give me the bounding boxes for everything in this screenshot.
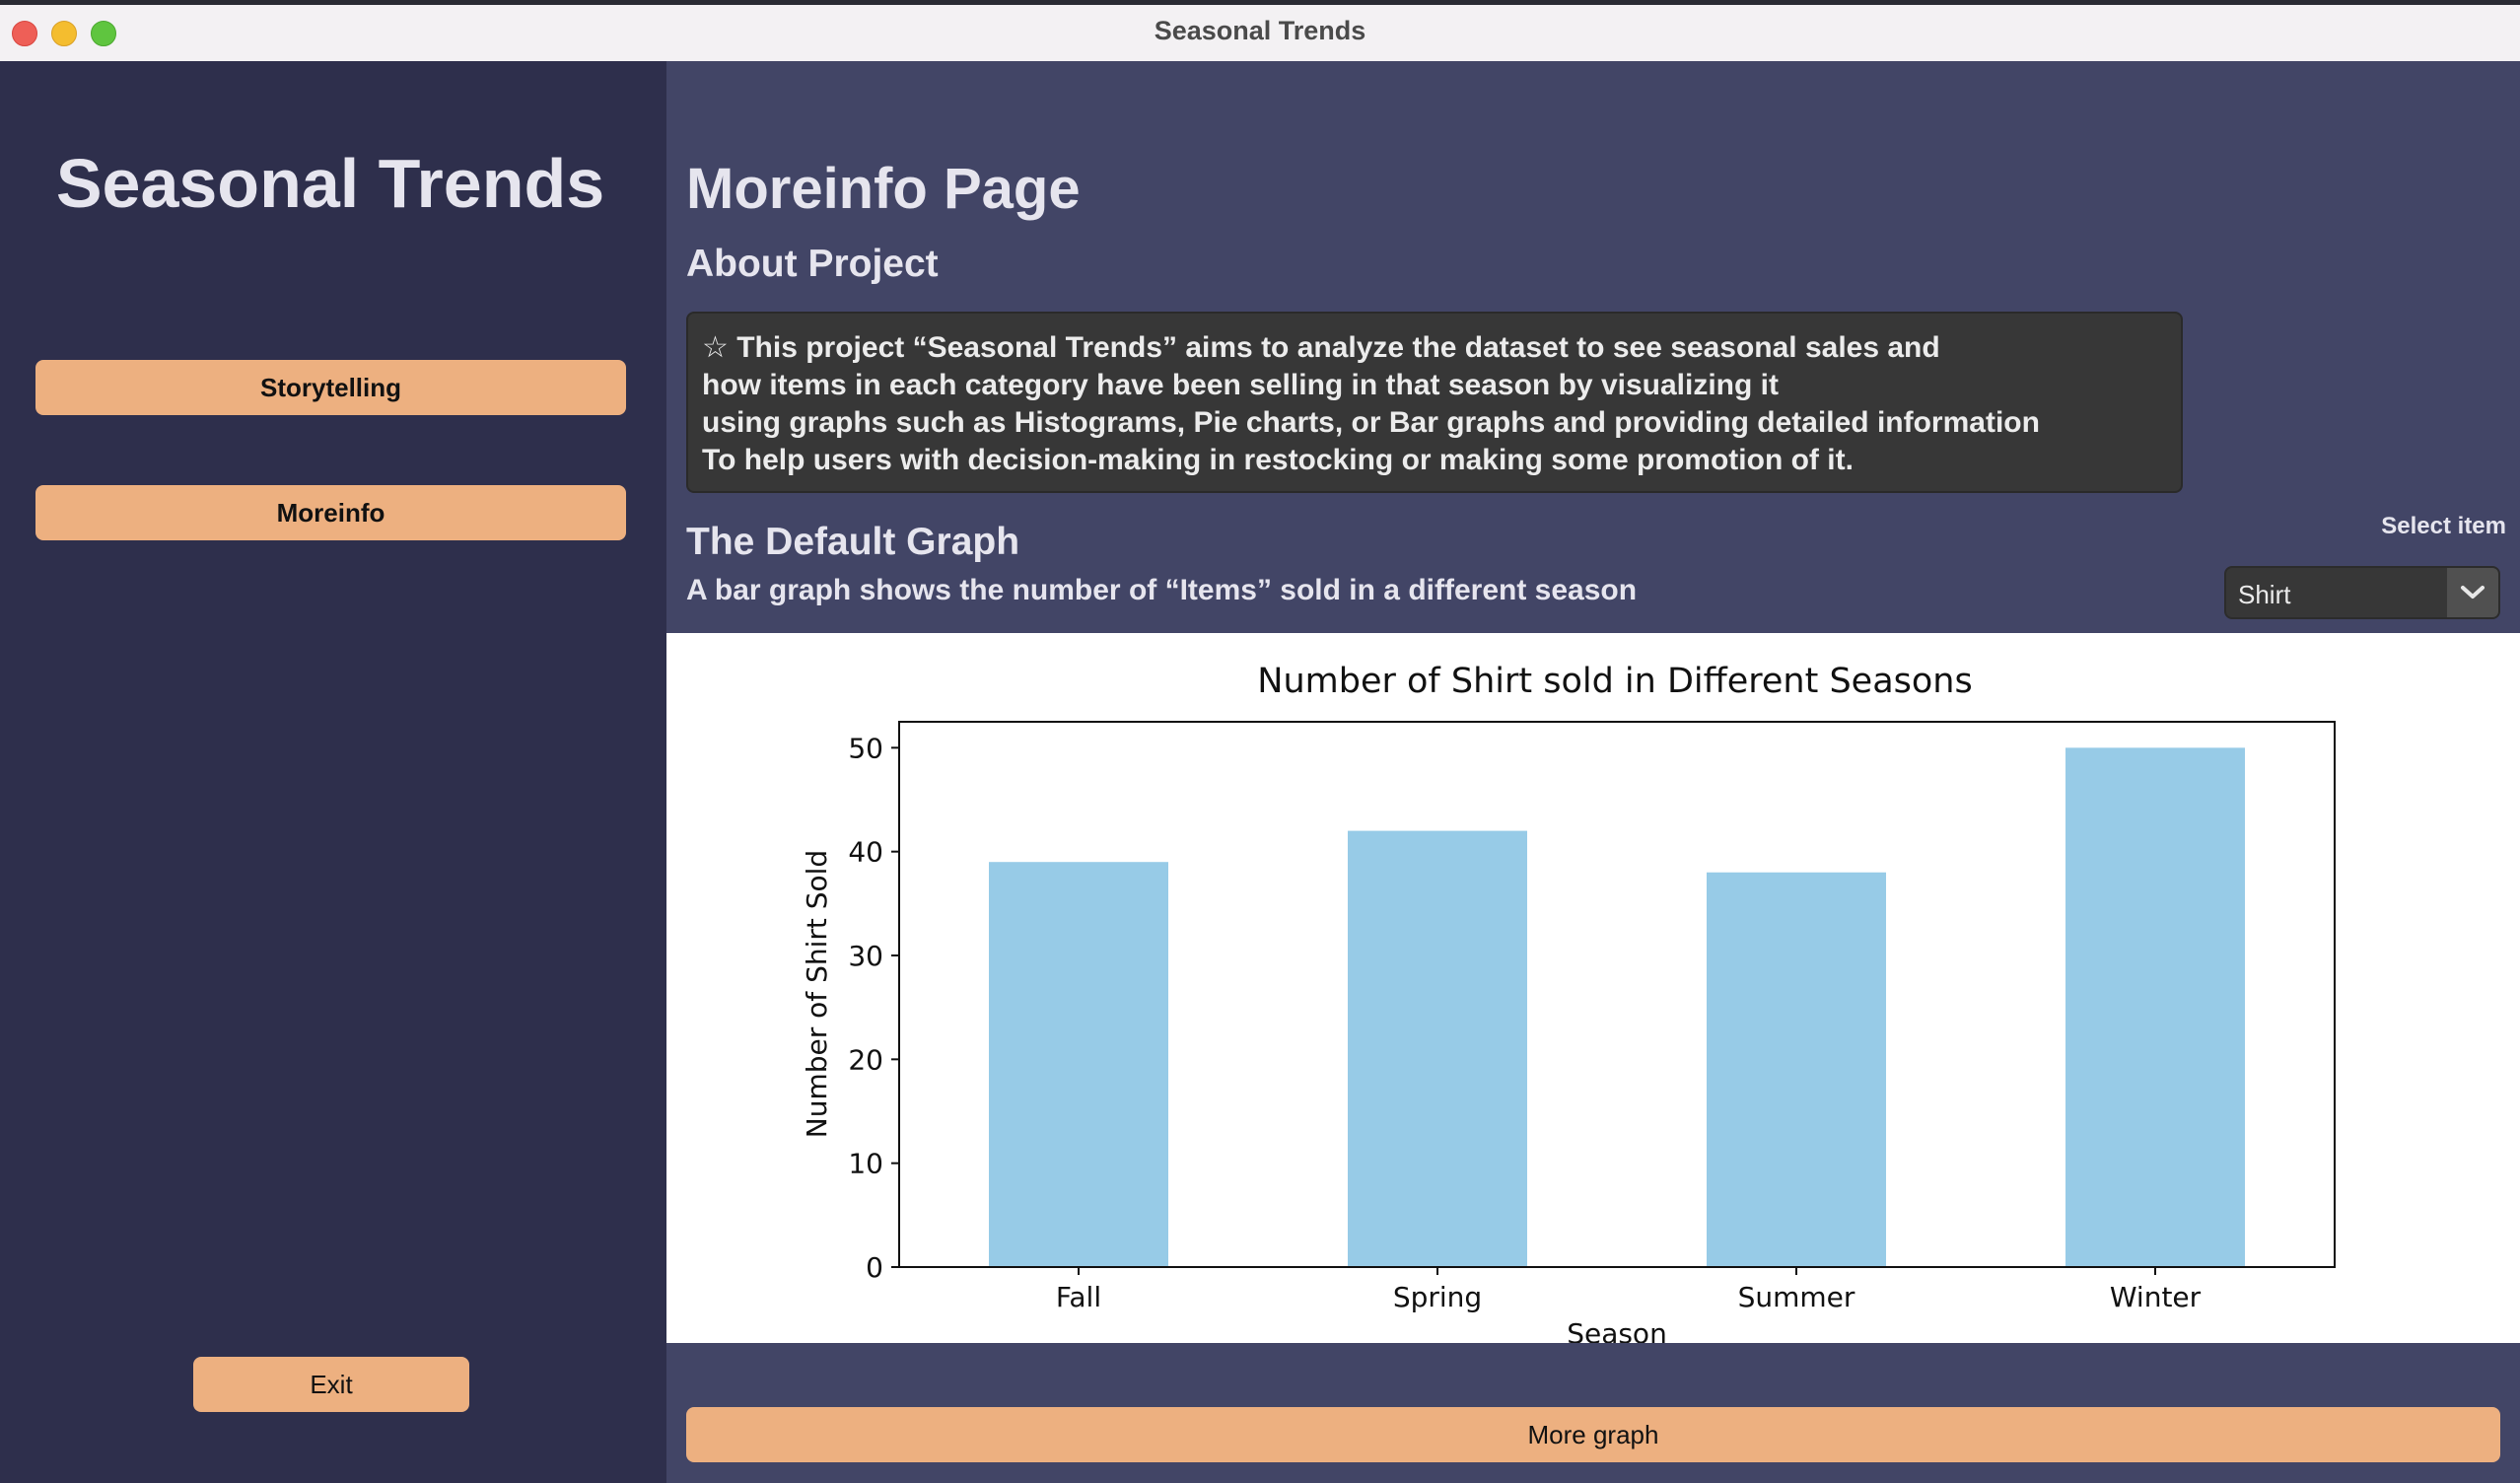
storytelling-button[interactable]: Storytelling bbox=[35, 360, 626, 415]
x-tick-label: Spring bbox=[1393, 1281, 1482, 1313]
app-window: Seasonal Trends Seasonal Trends Storytel… bbox=[0, 0, 2520, 1483]
x-axis-label: Season bbox=[1567, 1317, 1667, 1343]
sidebar: Seasonal Trends Storytelling Moreinfo Ex… bbox=[0, 61, 666, 1483]
window-title: Seasonal Trends bbox=[1154, 16, 1366, 45]
x-tick-label: Winter bbox=[2110, 1281, 2202, 1313]
y-tick-label: 40 bbox=[848, 836, 883, 869]
exit-button[interactable]: Exit bbox=[193, 1357, 469, 1412]
about-title: About Project bbox=[686, 243, 939, 285]
chevron-down-icon[interactable] bbox=[2447, 568, 2498, 617]
page-title: Moreinfo Page bbox=[686, 157, 1081, 221]
main-panel: Moreinfo Page About Project ☆ This proje… bbox=[666, 61, 2520, 1483]
about-line: To help users with decision-making in re… bbox=[702, 444, 1854, 476]
item-select-dropdown[interactable]: Shirt bbox=[2224, 566, 2500, 619]
more-graph-button[interactable]: More graph bbox=[686, 1407, 2500, 1462]
y-tick-label: 30 bbox=[848, 940, 883, 972]
x-tick-label: Fall bbox=[1056, 1281, 1101, 1313]
moreinfo-button[interactable]: Moreinfo bbox=[35, 485, 626, 540]
about-line: ☆ This project “Seasonal Trends” aims to… bbox=[702, 331, 1940, 364]
bar-winter bbox=[2065, 747, 2245, 1267]
x-tick-label: Summer bbox=[1738, 1281, 1855, 1313]
select-value: Shirt bbox=[2238, 580, 2291, 609]
about-line: using graphs such as Histograms, Pie cha… bbox=[702, 406, 2040, 439]
x-ticks-group: Fall Spring Summer Winter bbox=[1056, 1267, 2202, 1313]
y-axis-label: Number of Shirt Sold bbox=[801, 850, 833, 1138]
bar-chart: Number of Shirt sold in Different Season… bbox=[801, 662, 2336, 1350]
y-tick-label: 0 bbox=[866, 1251, 883, 1284]
bar-fall bbox=[989, 862, 1168, 1267]
top-strip bbox=[0, 0, 2520, 5]
chart-title: Number of Shirt sold in Different Season… bbox=[1257, 662, 1972, 701]
app-title: Seasonal Trends bbox=[55, 145, 605, 222]
about-line: how items in each category have been sel… bbox=[702, 369, 1779, 401]
y-tick-label: 50 bbox=[848, 732, 883, 764]
y-tick-label: 20 bbox=[848, 1043, 883, 1076]
title-bar: Seasonal Trends bbox=[0, 0, 2520, 62]
y-tick-label: 10 bbox=[848, 1148, 883, 1180]
graph-description: A bar graph shows the number of “Items” … bbox=[686, 574, 1638, 606]
chart-area: Number of Shirt sold in Different Season… bbox=[666, 633, 2520, 1350]
bar-summer bbox=[1707, 872, 1886, 1267]
y-ticks-group: 0 10 20 30 40 50 bbox=[848, 732, 899, 1284]
about-text-box: ☆ This project “Seasonal Trends” aims to… bbox=[686, 312, 2183, 493]
graph-title: The Default Graph bbox=[686, 521, 1020, 563]
bar-spring bbox=[1348, 830, 1527, 1267]
bars-group bbox=[989, 747, 2245, 1267]
select-item-label: Select item bbox=[2381, 513, 2506, 539]
